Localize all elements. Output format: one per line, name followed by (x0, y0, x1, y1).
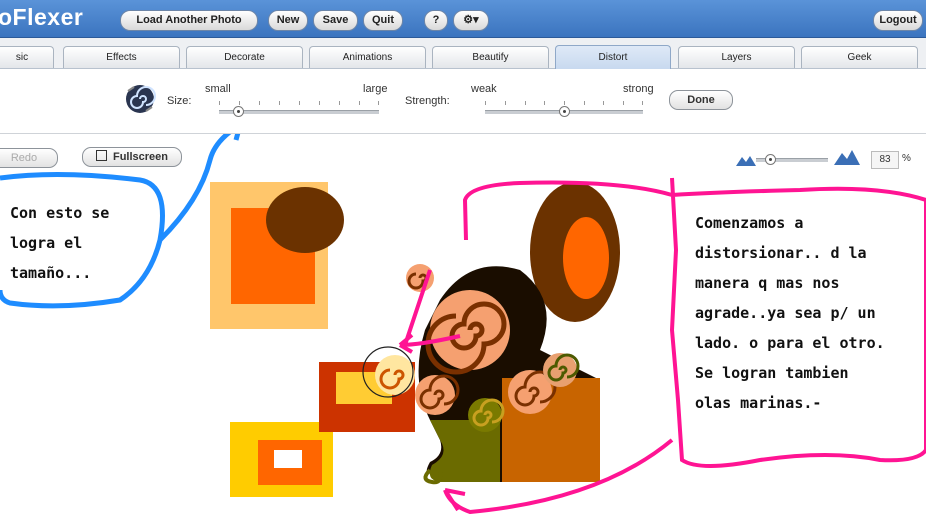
distort-toolbar: Size: small large Strength: weak strong … (0, 69, 926, 134)
annotation-right-line: Comenzamos a (695, 214, 804, 232)
done-button[interactable]: Done (669, 90, 733, 110)
quit-button[interactable]: Quit (363, 10, 403, 31)
zoom-in-mountain-icon (834, 150, 860, 165)
zoom-unit-label: % (902, 153, 911, 164)
tab-geek[interactable]: Geek (801, 46, 918, 68)
size-slider-ticks (219, 101, 379, 106)
tab-animations[interactable]: Animations (309, 46, 426, 68)
top-bar: oFlexer Load Another Photo New Save Quit… (0, 0, 926, 38)
annotation-left-line: logra el (10, 234, 83, 252)
zoom-out-mountain-icon (736, 156, 756, 166)
strength-slider-handle[interactable] (559, 106, 570, 117)
shape-rect-white (274, 450, 302, 468)
annotation-right-line: distorsionar.. d la (695, 244, 867, 262)
save-button[interactable]: Save (313, 10, 358, 31)
tab-basic[interactable]: sic (0, 46, 54, 68)
redo-button[interactable]: Redo (0, 148, 58, 168)
annotation-left-line: tamaño... (10, 264, 92, 282)
strength-label: Strength: (405, 95, 450, 107)
help-button[interactable]: ? (424, 10, 448, 31)
fullscreen-label: Fullscreen (112, 151, 169, 163)
tab-layers[interactable]: Layers (678, 46, 795, 68)
logout-button[interactable]: Logout (873, 10, 923, 31)
fullscreen-icon (95, 150, 107, 161)
annotation-right-line: olas marinas.- (695, 394, 822, 412)
shape-ellipse-orange (563, 217, 609, 299)
tab-effects[interactable]: Effects (63, 46, 180, 68)
size-slider-handle[interactable] (233, 106, 245, 117)
annotation-left-text: Con esto se logra el tamaño... (10, 198, 109, 288)
annotation-right-text: Comenzamos a distorsionar.. d la manera q … (695, 208, 885, 418)
size-min-label: small (205, 83, 231, 95)
strength-max-label: strong (623, 83, 654, 95)
size-max-label: large (363, 83, 388, 95)
zoom-value-field[interactable]: 83 (871, 151, 899, 169)
annotation-right-line: lado. o para el otro. (695, 334, 885, 352)
tab-bar: sic Effects Decorate Animations Beautify… (0, 38, 926, 69)
annotation-right-line: agrade..ya sea p/ un (695, 304, 876, 322)
app-logo: oFlexer (0, 4, 84, 30)
tab-distort[interactable]: Distort (555, 45, 671, 69)
annotation-left-line: Con esto se (10, 204, 110, 222)
new-button[interactable]: New (268, 10, 308, 31)
annotation-right-line: Se logran tambien (695, 364, 849, 382)
size-label: Size: (167, 95, 192, 107)
fullscreen-button[interactable]: Fullscreen (82, 147, 182, 167)
strength-min-label: weak (471, 83, 497, 95)
annotation-right-line: manera q mas nos (695, 274, 840, 292)
swirl-tool-icon[interactable] (124, 83, 156, 115)
settings-button[interactable]: ⚙▾ (453, 10, 489, 31)
tab-beautify[interactable]: Beautify (432, 46, 549, 68)
shape-ellipse-brown (266, 187, 344, 253)
load-another-photo-button[interactable]: Load Another Photo (120, 10, 258, 31)
tab-decorate[interactable]: Decorate (186, 46, 303, 68)
